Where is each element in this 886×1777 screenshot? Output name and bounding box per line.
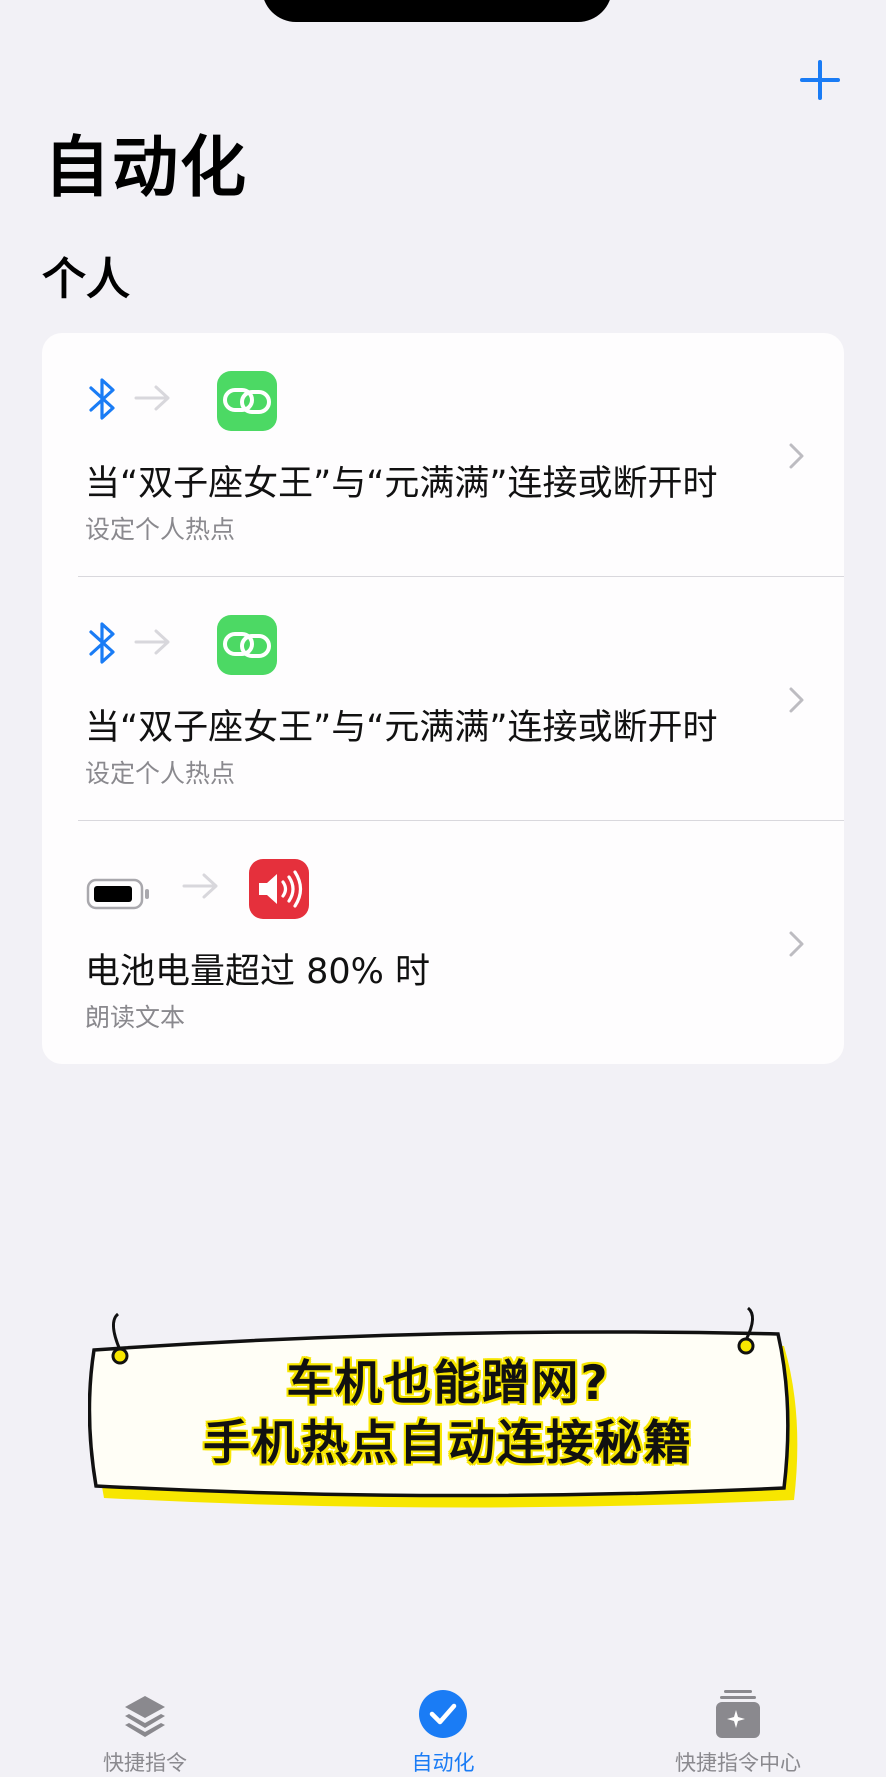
device-notch	[262, 0, 612, 22]
automation-title: 当“双子座女王”与“元满满”连接或断开时	[85, 708, 718, 748]
chevron-right-icon	[789, 687, 804, 713]
chevron-right-icon	[789, 443, 804, 469]
automation-action: 设定个人热点	[85, 515, 236, 544]
automation-row[interactable]: 当“双子座女王”与“元满满”连接或断开时 设定个人热点	[42, 333, 844, 577]
link-icon	[217, 615, 277, 675]
bluetooth-icon	[89, 378, 115, 420]
stack-icon	[125, 1696, 165, 1737]
banner-headline: 车机也能蹭网?	[286, 1356, 610, 1411]
automation-row[interactable]: 当“双子座女王”与“元满满”连接或断开时 设定个人热点	[42, 577, 844, 821]
automation-list: 当“双子座女王”与“元满满”连接或断开时 设定个人热点 当“双子座女王”与“元满…	[42, 333, 844, 1064]
link-icon	[217, 371, 277, 431]
automation-action: 设定个人热点	[85, 759, 236, 788]
arrow-right-icon	[134, 385, 170, 411]
gallery-icon	[716, 1690, 760, 1738]
battery-icon	[86, 878, 149, 910]
automation-title: 电池电量超过 80% 时	[85, 952, 431, 992]
checkmark-icon	[419, 1690, 467, 1738]
page-title: 自动化	[44, 129, 248, 206]
arrow-right-icon	[182, 873, 218, 899]
banner-frame	[88, 1306, 798, 1508]
automation-action: 朗读文本	[85, 1003, 186, 1032]
arrow-right-icon	[134, 629, 170, 655]
automation-title: 当“双子座女王”与“元满满”连接或断开时	[85, 464, 718, 504]
add-automation-button[interactable]	[796, 56, 844, 104]
section-title: 个人	[42, 254, 130, 305]
banner-subheadline: 手机热点自动连接秘籍	[203, 1416, 693, 1471]
tab-label: 自动化	[411, 1751, 475, 1775]
bluetooth-icon	[89, 622, 115, 664]
promo-banner: 车机也能蹭网? 手机热点自动连接秘籍	[88, 1304, 808, 1524]
tab-label: 快捷指令	[103, 1751, 187, 1775]
speaker-icon	[249, 859, 309, 919]
tab-label: 快捷指令中心	[675, 1751, 801, 1775]
automation-row[interactable]: 电池电量超过 80% 时 朗读文本	[42, 821, 844, 1064]
tab-bar: 快捷指令 自动化 快捷指令中心	[0, 1670, 886, 1775]
chevron-right-icon	[789, 931, 804, 957]
